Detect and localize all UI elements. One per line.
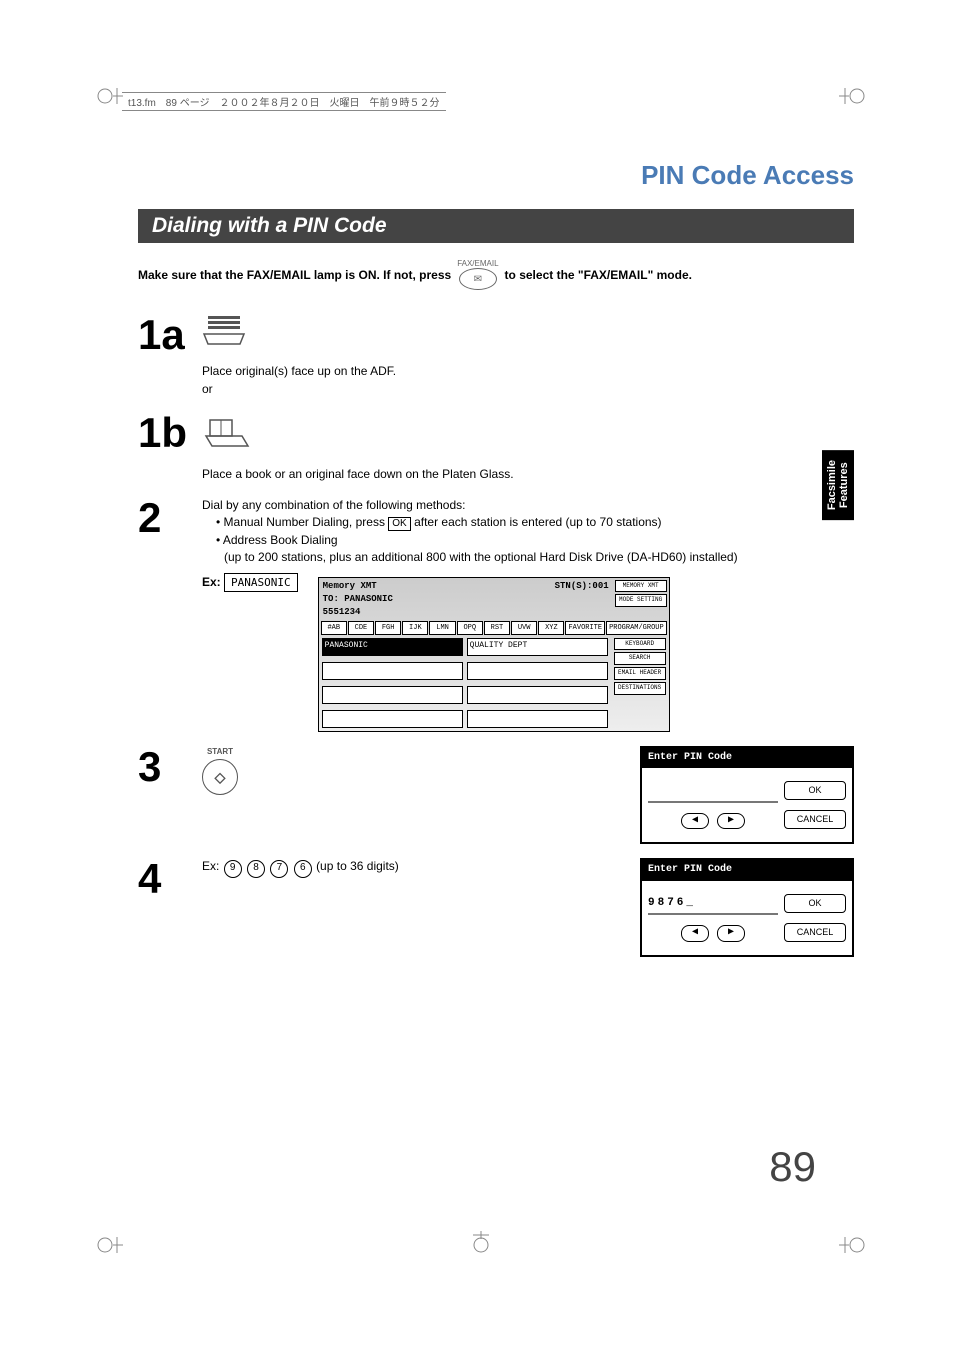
step-number: 3	[138, 746, 202, 788]
start-label: START	[207, 746, 233, 758]
panel-tab: FGH	[375, 621, 401, 635]
section-title: PIN Code Access	[138, 160, 854, 191]
pin-field: 9876_	[648, 894, 778, 915]
arrow-left-icon: ◀	[681, 813, 709, 830]
panel-cell: PANASONIC	[322, 638, 463, 656]
arrow-right-icon: ▶	[717, 925, 745, 942]
panel-tab: RST	[484, 621, 510, 635]
pin-title: Enter PIN Code	[642, 860, 852, 881]
crop-mark-icon	[839, 82, 859, 102]
step-text: • Address Book Dialing	[202, 532, 854, 549]
panel-cell	[322, 662, 463, 680]
ok-key-icon: OK	[388, 517, 410, 531]
digit-key-icon: 9	[224, 860, 242, 878]
touch-panel-screenshot: Memory XMT TO: PANASONIC 5551234 STN(S):…	[318, 577, 670, 732]
step-text: Place a book or an original face down on…	[202, 466, 854, 483]
panel-stn: STN(S):001	[551, 578, 613, 621]
meta-header: t13.fm 89 ページ ２００２年８月２０日 火曜日 午前９時５２分	[122, 92, 446, 111]
digit-key-icon: 8	[247, 860, 265, 878]
ex-label: Ex:	[202, 575, 221, 589]
panel-side-button: MODE SETTING	[615, 594, 667, 607]
sub-heading: Dialing with a PIN Code	[138, 209, 854, 243]
cancel-button: CANCEL	[784, 810, 846, 829]
fax-email-oval-icon: ✉	[459, 268, 497, 290]
ex-value: PANASONIC	[224, 573, 298, 593]
panel-cell	[322, 686, 463, 704]
ex-label: Ex:	[202, 859, 219, 873]
step-text: after each station is entered (up to 70 …	[414, 515, 661, 529]
panel-tab: XYZ	[538, 621, 564, 635]
start-diamond-icon: ◇	[202, 759, 238, 795]
panel-side-button: SEARCH	[614, 652, 666, 665]
step-text: (up to 36 digits)	[316, 859, 399, 873]
pin-panel-screenshot: Enter PIN Code ◀ ▶ OK CANCEL	[640, 746, 854, 845]
panel-header: TO: PANASONIC	[323, 593, 547, 606]
step-text: (up to 200 stations, plus an additional …	[202, 549, 854, 566]
step-text: • Manual Number Dialing, press	[216, 515, 388, 529]
panel-tab: OPQ	[457, 621, 483, 635]
step-text: Place original(s) face up on the ADF.	[202, 363, 854, 380]
panel-header: Memory XMT	[323, 580, 547, 593]
panel-cell: QUALITY DEPT	[467, 638, 608, 656]
intro-text-part: to select the "FAX/EMAIL" mode.	[505, 268, 692, 282]
step-number: 2	[138, 497, 202, 539]
panel-side-button: MEMORY XMT	[615, 580, 667, 593]
ok-button: OK	[784, 894, 846, 913]
fax-email-label: FAX/EMAIL	[457, 259, 498, 268]
arrow-left-icon: ◀	[681, 925, 709, 942]
panel-tab: IJK	[402, 621, 428, 635]
digit-key-icon: 6	[294, 860, 312, 878]
digit-key-icon: 7	[270, 860, 288, 878]
arrow-right-icon: ▶	[717, 813, 745, 830]
page-number: 89	[769, 1143, 816, 1191]
step-text: Dial by any combination of the following…	[202, 497, 854, 514]
step-text: or	[202, 381, 854, 398]
platen-glass-icon	[202, 412, 854, 457]
panel-side-button: KEYBOARD	[614, 638, 666, 651]
fax-email-button-icon: FAX/EMAIL ✉	[457, 259, 498, 290]
panel-tab: #AB	[321, 621, 347, 635]
panel-tab: CDE	[348, 621, 374, 635]
step-number: 4	[138, 858, 202, 900]
panel-cell	[467, 686, 608, 704]
panel-cell	[467, 662, 608, 680]
step-number: 1b	[138, 412, 202, 454]
crop-mark-icon	[467, 1231, 487, 1251]
adf-icon	[202, 314, 854, 355]
panel-cell	[467, 710, 608, 728]
panel-cell	[322, 710, 463, 728]
start-button-icon: START ◇	[202, 746, 238, 796]
cancel-button: CANCEL	[784, 923, 846, 942]
panel-side-button: DESTINATIONS	[614, 682, 666, 695]
panel-tab: FAVORITE	[565, 621, 605, 635]
pin-panel-screenshot: Enter PIN Code 9876_ ◀ ▶ OK CANCEL	[640, 858, 854, 957]
crop-mark-icon	[95, 82, 115, 102]
pin-field	[648, 782, 778, 803]
panel-tab: LMN	[429, 621, 455, 635]
panel-header: 5551234	[323, 606, 547, 619]
panel-tab: PROGRAM/GROUP	[606, 621, 667, 635]
pin-title: Enter PIN Code	[642, 748, 852, 769]
crop-mark-icon	[95, 1231, 115, 1251]
intro-text-part: Make sure that the FAX/EMAIL lamp is ON.…	[138, 268, 451, 282]
crop-mark-icon	[839, 1231, 859, 1251]
ok-button: OK	[784, 781, 846, 800]
panel-side-button: EMAIL HEADER	[614, 667, 666, 680]
intro-text: Make sure that the FAX/EMAIL lamp is ON.…	[138, 259, 854, 290]
panel-tab: UVW	[511, 621, 537, 635]
step-number: 1a	[138, 314, 202, 356]
